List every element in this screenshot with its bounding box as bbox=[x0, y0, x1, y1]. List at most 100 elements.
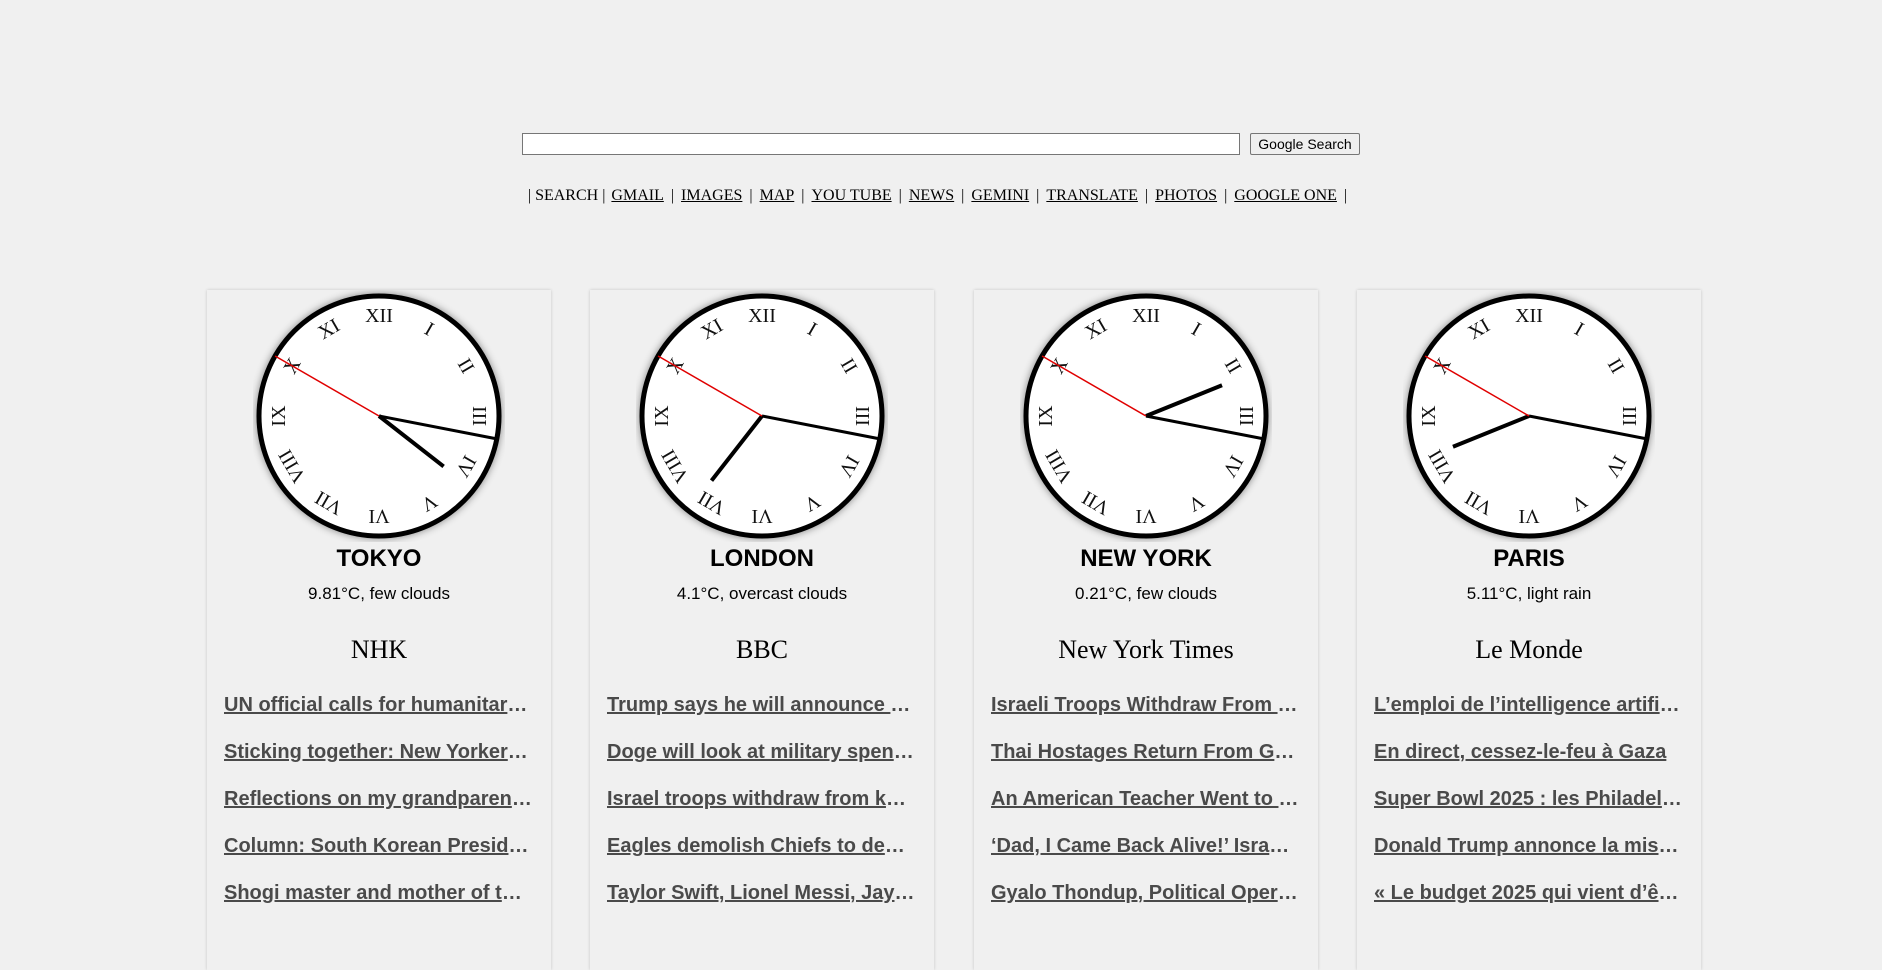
headline-link[interactable]: Reflections on my grandparents' war bbox=[224, 788, 532, 810]
headline-link[interactable]: Taylor Swift, Lionel Messi, Jay-Z at the… bbox=[607, 882, 915, 904]
clock-numeral: VI bbox=[368, 505, 389, 527]
headline-list: Israeli Troops Withdraw From Key Gaza Co… bbox=[991, 690, 1299, 925]
clock-numeral: III bbox=[468, 406, 490, 426]
headline-item: Sticking together: New Yorkers and Tokyo… bbox=[224, 737, 532, 784]
headline-link[interactable]: Column: South Korean President's impeach… bbox=[224, 835, 532, 857]
clock-numeral: IX bbox=[1418, 405, 1440, 427]
clock-face: XIIIIIIIIIVVVIVIIVIIIIXXXI bbox=[1023, 293, 1269, 539]
headline-item: En direct, cessez-le-feu à Gaza bbox=[1374, 737, 1682, 784]
nav-gemini[interactable]: GEMINI bbox=[971, 187, 1029, 204]
nav-links: | SEARCH | GMAIL | IMAGES | MAP | YOU TUBE | NEWS | G… bbox=[0, 186, 1882, 206]
analog-clock: XIIIIIIIIIVVVIVIIVIIIIXXXI bbox=[253, 290, 505, 542]
nav-news[interactable]: NEWS bbox=[909, 187, 954, 204]
nav-separator: | bbox=[527, 187, 532, 204]
analog-clock: XIIIIIIIIIVVVIVIIVIIIIXXXI bbox=[636, 290, 888, 542]
clock-numeral: IX bbox=[1035, 405, 1057, 427]
nav-separator: | bbox=[801, 187, 805, 204]
weather-text: 4.1°C, overcast clouds bbox=[676, 584, 848, 603]
headline-item: Doge will look at military spending next bbox=[607, 737, 915, 784]
nav-separator: | bbox=[898, 187, 902, 204]
clock-numeral: VI bbox=[1518, 505, 1539, 527]
headline-list: UN official calls for humanitarian aid a… bbox=[224, 690, 532, 925]
city-card-new-york: XIIIIIIIIIVVVIVIIVIIIIXXXI NEW YORK 0.21… bbox=[974, 290, 1318, 970]
nav-images[interactable]: IMAGES bbox=[681, 187, 742, 204]
headline-link[interactable]: Doge will look at military spending next bbox=[607, 741, 915, 763]
headline-link[interactable]: Thai Hostages Return From Gaza bbox=[991, 741, 1299, 763]
headline-link[interactable]: An American Teacher Went to Prison bbox=[991, 788, 1299, 810]
clock-numeral: IX bbox=[268, 405, 290, 427]
clock-face: XIIIIIIIIIVVVIVIIVIIIIXXXI bbox=[639, 293, 885, 539]
nav-google-one[interactable]: GOOGLE ONE bbox=[1234, 187, 1337, 204]
clock-face: XIIIIIIIIIVVVIVIIVIIIIXXXI bbox=[1406, 293, 1652, 539]
nav-separator: | bbox=[749, 187, 753, 204]
headline-item: ‘Dad, I Came Back Alive!’ Israeli Hostag… bbox=[991, 831, 1299, 878]
headline-link[interactable]: Super Bowl 2025 : les Philadelphia Eagle… bbox=[1374, 788, 1682, 810]
headline-link[interactable]: Israeli Troops Withdraw From Key Gaza Co… bbox=[991, 694, 1299, 716]
nav-gmail[interactable]: GMAIL bbox=[611, 187, 663, 204]
nav-separator: | bbox=[1036, 187, 1040, 204]
headline-link[interactable]: UN official calls for humanitarian aid a… bbox=[224, 694, 532, 716]
clock-face: XIIIIIIIIIVVVIVIIVIIIIXXXI bbox=[256, 293, 502, 539]
clock-numeral: VI bbox=[1135, 505, 1156, 527]
city-name: LONDON bbox=[710, 545, 814, 572]
headline-item: Trump says he will announce new tariffs bbox=[607, 690, 915, 737]
headline-item: Shogi master and mother of three wins ti… bbox=[224, 878, 532, 925]
nav-separator: | bbox=[602, 187, 606, 204]
headline-item: Donald Trump annonce la mise en place bbox=[1374, 831, 1682, 878]
analog-clock: XIIIIIIIIIVVVIVIIVIIIIXXXI bbox=[1403, 290, 1655, 542]
headline-link[interactable]: ‘Dad, I Came Back Alive!’ Israeli Hostag… bbox=[991, 835, 1299, 857]
nav-separator: | bbox=[1224, 187, 1228, 204]
news-source-title: NHK bbox=[350, 635, 408, 664]
headline-link[interactable]: « Le budget 2025 qui vient d’être adopté… bbox=[1374, 882, 1682, 904]
city-name: NEW YORK bbox=[1080, 545, 1212, 572]
headline-item: Israeli Troops Withdraw From Key Gaza Co… bbox=[991, 690, 1299, 737]
clock-numeral: VI bbox=[751, 505, 772, 527]
headline-list: Trump says he will announce new tariffs … bbox=[607, 690, 915, 925]
headline-link[interactable]: Trump says he will announce new tariffs bbox=[607, 694, 915, 716]
clock-numeral: XII bbox=[365, 305, 393, 327]
headline-link[interactable]: Sticking together: New Yorkers and Tokyo… bbox=[224, 741, 532, 763]
headline-item: Eagles demolish Chiefs to deny Super Bow… bbox=[607, 831, 915, 878]
headline-item: Column: South Korean President's impeach… bbox=[224, 831, 532, 878]
headline-link[interactable]: Donald Trump annonce la mise en place bbox=[1374, 835, 1682, 857]
nav-separator: | bbox=[1343, 187, 1348, 204]
headline-link[interactable]: Gyalo Thondup, Political Operative, Dies bbox=[991, 882, 1299, 904]
news-source-title: BBC bbox=[735, 635, 789, 664]
nav-separator: | bbox=[961, 187, 965, 204]
headline-item: Gyalo Thondup, Political Operative, Dies bbox=[991, 878, 1299, 925]
clock-numeral: III bbox=[1235, 406, 1257, 426]
clock-numeral: III bbox=[851, 406, 873, 426]
headline-link[interactable]: Shogi master and mother of three wins ti… bbox=[224, 882, 532, 904]
city-card-london: XIIIIIIIIIVVVIVIIVIIIIXXXI LONDON 4.1°C,… bbox=[590, 290, 934, 970]
news-source-title: Le Monde bbox=[1475, 635, 1583, 664]
analog-clock: XIIIIIIIIIVVVIVIIVIIIIXXXI bbox=[1020, 290, 1272, 542]
nav-map[interactable]: MAP bbox=[760, 187, 795, 204]
nav-you-tube[interactable]: YOU TUBE bbox=[811, 187, 891, 204]
weather-text: 0.21°C, few clouds bbox=[1075, 584, 1217, 603]
weather-text: 9.81°C, few clouds bbox=[308, 584, 450, 603]
nav-translate[interactable]: TRANSLATE bbox=[1046, 187, 1138, 204]
city-card-tokyo: XIIIIIIIIIVVVIVIIVIIIIXXXI TOKYO 9.81°C,… bbox=[207, 290, 551, 970]
headline-link[interactable]: Eagles demolish Chiefs to deny Super Bow… bbox=[607, 835, 915, 857]
headline-item: Reflections on my grandparents' war bbox=[224, 784, 532, 831]
clock-numeral: XII bbox=[1515, 305, 1543, 327]
clock-numeral: III bbox=[1618, 406, 1640, 426]
clock-numeral: IX bbox=[651, 405, 673, 427]
search-bar: Google Search bbox=[0, 133, 1882, 155]
clock-numeral: XII bbox=[748, 305, 776, 327]
headline-list: L’emploi de l’intelligence artificielle … bbox=[1374, 690, 1682, 925]
city-name: PARIS bbox=[1493, 545, 1565, 572]
weather-text: 5.11°C, light rain bbox=[1466, 584, 1592, 603]
clock-numeral: XII bbox=[1132, 305, 1160, 327]
headline-link[interactable]: L’emploi de l’intelligence artificielle bbox=[1374, 694, 1682, 716]
search-input[interactable] bbox=[522, 133, 1241, 155]
headline-item: An American Teacher Went to Prison bbox=[991, 784, 1299, 831]
google-search-button[interactable]: Google Search bbox=[1250, 133, 1360, 155]
nav-search: SEARCH bbox=[535, 187, 599, 204]
headline-item: Israel troops withdraw from key Gaza cor… bbox=[607, 784, 915, 831]
news-source-title: New York Times bbox=[1058, 635, 1234, 664]
city-card-paris: XIIIIIIIIIVVVIVIIVIIIIXXXI PARIS 5.11°C,… bbox=[1357, 290, 1701, 970]
nav-photos[interactable]: PHOTOS bbox=[1155, 187, 1217, 204]
headline-link[interactable]: En direct, cessez-le-feu à Gaza bbox=[1374, 741, 1666, 763]
headline-link[interactable]: Israel troops withdraw from key Gaza cor… bbox=[607, 788, 915, 810]
